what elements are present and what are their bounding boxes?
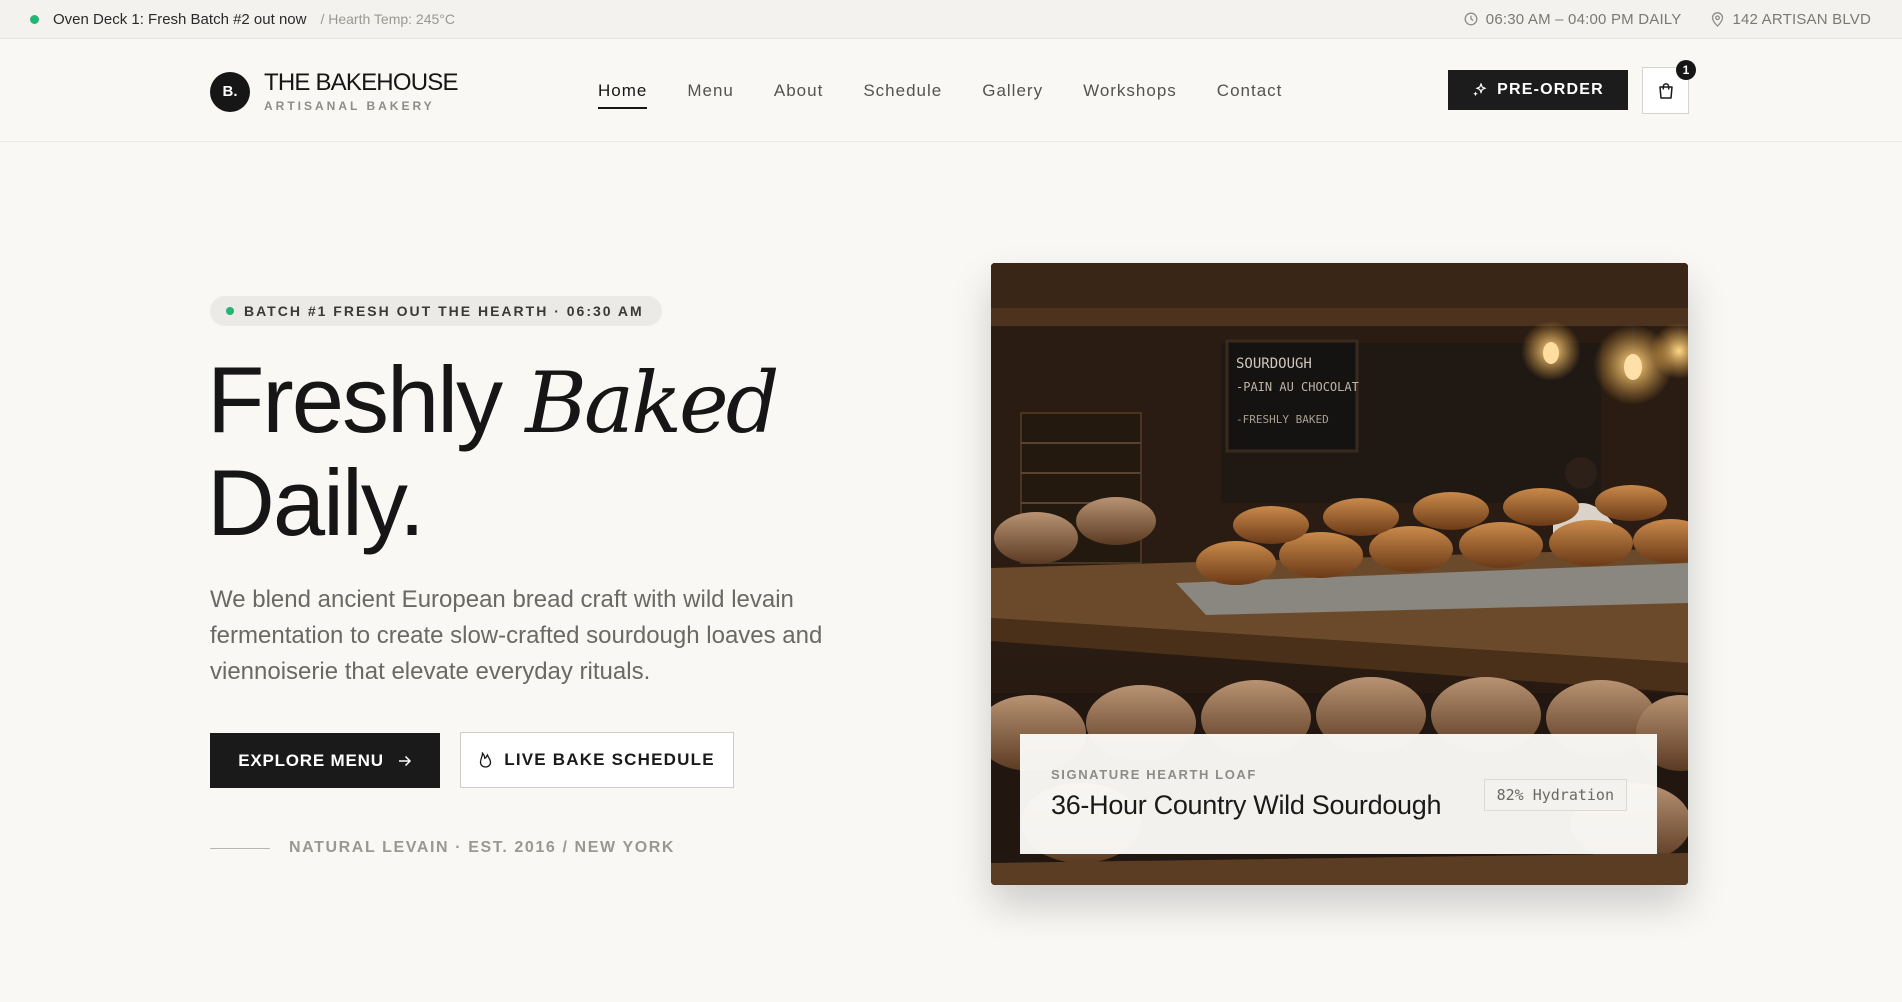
chalkboard-line-1: SOURDOUGH (1236, 356, 1312, 372)
live-bake-schedule-label: LIVE BAKE SCHEDULE (504, 750, 715, 769)
shopping-bag-icon (1658, 82, 1673, 99)
brand-logo[interactable]: B. THE BAKEHOUSE ARTISANAL BAKERY (210, 70, 458, 113)
brand-tagline: ARTISANAL BAKERY (264, 99, 435, 113)
map-pin-icon (1712, 11, 1724, 27)
top-status-bar: Oven Deck 1: Fresh Batch #2 out now / He… (0, 0, 1902, 39)
address[interactable]: 142 ARTISAN BLVD (1711, 11, 1871, 28)
explore-menu-button[interactable]: EXPLORE MENU (210, 733, 440, 788)
chalkboard-line-2: -PAIN AU CHOCOLAT (1236, 380, 1359, 394)
flame-icon (480, 752, 492, 768)
est-footnote: NATURAL LEVAIN · EST. 2016 / NEW YORK (289, 839, 676, 856)
oven-status: Oven Deck 1: Fresh Batch #2 out now / He… (30, 11, 455, 28)
nav-schedule[interactable]: Schedule (863, 81, 942, 109)
logo-mark: B. (210, 71, 250, 112)
cart-button[interactable]: 1 (1642, 60, 1696, 114)
nav-gallery[interactable]: Gallery (982, 81, 1043, 109)
hero-description: We blend ancient European bread craft wi… (210, 586, 823, 685)
hours-text: 06:30 AM – 04:00 PM DAILY (1485, 10, 1682, 28)
fresh-batch-badge: BATCH #1 FRESH OUT THE HEARTH · 06:30 AM (210, 296, 662, 326)
live-status-dot (30, 14, 39, 24)
headline-word-daily: Daily. (207, 450, 425, 555)
brand-name: THE BAKEHOUSE (264, 69, 458, 96)
fresh-batch-text: BATCH #1 FRESH OUT THE HEARTH · 06:30 AM (244, 303, 644, 319)
divider-line (210, 848, 270, 849)
hydration-tag: 82% Hydration (1483, 779, 1627, 811)
clock-icon (1464, 12, 1478, 26)
main-nav: Home Menu About Schedule Gallery Worksho… (598, 81, 1322, 109)
nav-home[interactable]: Home (598, 81, 648, 109)
headline-word-freshly: Freshly (207, 347, 503, 452)
cart-count-badge: 1 (1676, 60, 1696, 80)
hearth-temp: / Hearth Temp: 245°C (320, 11, 455, 27)
pre-order-label: PRE-ORDER (1497, 81, 1604, 98)
nav-about[interactable]: About (774, 81, 823, 109)
explore-menu-label: EXPLORE MENU (238, 750, 384, 770)
headline-word-baked: Baked (525, 354, 779, 452)
oven-status-text: Oven Deck 1: Fresh Batch #2 out now (53, 10, 307, 28)
chalkboard-line-3: -FRESHLY BAKED (1236, 413, 1329, 426)
signature-loaf-card[interactable]: SIGNATURE HEARTH LOAF 36-Hour Country Wi… (1020, 734, 1657, 854)
pre-order-button[interactable]: PRE-ORDER (1448, 70, 1628, 110)
nav-menu[interactable]: Menu (687, 81, 734, 109)
nav-contact[interactable]: Contact (1217, 81, 1283, 109)
live-bake-schedule-button[interactable]: LIVE BAKE SCHEDULE (460, 732, 734, 788)
site-header: B. THE BAKEHOUSE ARTISANAL BAKERY Home M… (0, 39, 1902, 142)
opening-hours: 06:30 AM – 04:00 PM DAILY (1464, 11, 1682, 28)
fresh-dot (226, 307, 234, 315)
arrow-right-icon (398, 755, 411, 766)
nav-workshops[interactable]: Workshops (1083, 81, 1177, 109)
hero-headline: Freshly Baked Daily. (207, 347, 780, 555)
address-text: 142 ARTISAN BLVD (1732, 10, 1871, 28)
sparkle-icon (1473, 82, 1487, 96)
